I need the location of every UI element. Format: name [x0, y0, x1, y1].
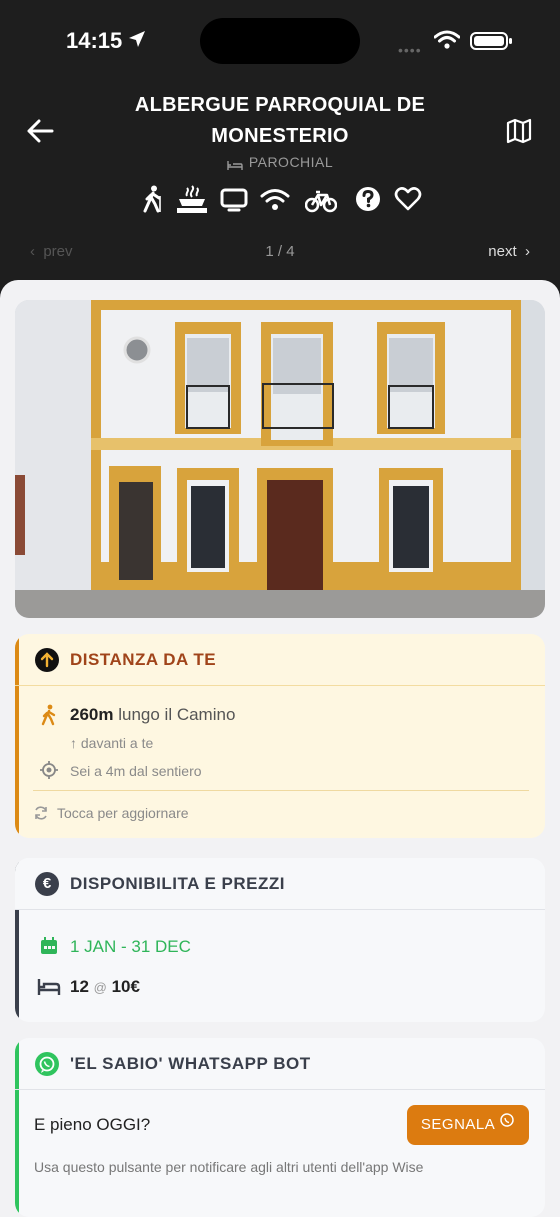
beds-count: 12 [70, 977, 89, 996]
direction-row: ↑ davanti a te [70, 735, 153, 751]
full-today-question: E pieno OGGI? [34, 1115, 151, 1134]
whatsapp-icon [35, 1052, 59, 1076]
price: 10€ [111, 977, 140, 996]
availability-card: € DISPONIBILITA E PREZZI 1 JAN - 31 DEC … [15, 858, 545, 1022]
status-bar: 14:15 •••• [0, 0, 560, 80]
distance-row: 260m lungo il Camino [70, 705, 235, 725]
dynamic-island [200, 18, 360, 64]
hiker-icon [138, 184, 168, 214]
bed-icon [37, 978, 61, 1001]
walker-icon [39, 704, 59, 731]
map-icon[interactable] [506, 118, 532, 149]
offtrail-text: Sei a 4m dal sentiero [70, 763, 202, 779]
whatsapp-bot-card: 'EL SABIO' WHATSAPP BOT E pieno OGGI? SE… [15, 1038, 545, 1217]
header: 14:15 •••• ALBERGUE PARROQUIAL DE MONEST… [0, 0, 560, 290]
content-sheet: DISTANZA DA TE 260m lungo il Camino ↑ da… [0, 280, 560, 1217]
next-label: next [488, 243, 517, 260]
battery-icon [470, 32, 512, 50]
help-icon [354, 184, 384, 214]
calendar-icon [39, 936, 59, 961]
availability-card-header: € DISPONIBILITA E PREZZI [15, 858, 545, 910]
next-button[interactable]: next › [488, 243, 530, 260]
euro-icon: € [35, 872, 59, 896]
bot-card-header: 'EL SABIO' WHATSAPP BOT [15, 1038, 545, 1090]
wifi-status-icon [433, 30, 461, 55]
chevron-right-icon: › [525, 243, 530, 260]
direction-text: davanti a te [80, 735, 154, 751]
lodging-type: PAROCHIAL [180, 154, 380, 171]
bicycle-icon [304, 184, 338, 214]
favorite-heart-icon[interactable] [394, 184, 424, 214]
distance-card-header: DISTANZA DA TE [15, 634, 545, 686]
bed-icon [227, 158, 243, 171]
refresh-label[interactable]: Tocca per aggiornare [57, 805, 189, 821]
beds-price-row: 12 @ 10€ [70, 977, 140, 997]
prev-label: prev [43, 243, 73, 260]
distance-along: lungo il Camino [118, 705, 236, 724]
distance-card-title: DISTANZA DA TE [70, 650, 217, 669]
distance-card[interactable]: DISTANZA DA TE 260m lungo il Camino ↑ da… [15, 634, 545, 838]
kitchen-icon [176, 184, 207, 214]
signal-icon: •••• [398, 42, 422, 58]
arrow-up-icon: ↑ [70, 735, 77, 751]
location-arrow-icon [128, 30, 146, 53]
tv-icon [220, 184, 250, 214]
status-time: 14:15 [66, 28, 123, 53]
distance-value: 260m [70, 705, 114, 724]
at-symbol: @ [93, 980, 107, 995]
target-icon [39, 760, 59, 785]
season-dates: 1 JAN - 31 DEC [70, 937, 191, 956]
bot-card-title: 'EL SABIO' WHATSAPP BOT [70, 1054, 311, 1073]
albergue-photo[interactable] [15, 300, 545, 618]
report-button[interactable]: SEGNALA [407, 1105, 529, 1145]
back-arrow-icon[interactable] [26, 118, 54, 149]
whatsapp-icon [499, 1104, 515, 1144]
prev-button[interactable]: ‹ prev [30, 243, 73, 260]
report-button-label: SEGNALA [420, 1116, 495, 1133]
chevron-left-icon: ‹ [30, 243, 35, 260]
lodging-type-label: PAROCHIAL [248, 154, 334, 170]
refresh-icon[interactable] [33, 805, 49, 826]
arrow-up-circle-icon [35, 648, 59, 672]
bot-note: Usa questo pulsante per notificare agli … [34, 1159, 424, 1175]
page-indicator: 1 / 4 [265, 243, 295, 260]
availability-card-title: DISPONIBILITA E PREZZI [70, 874, 286, 893]
page-title: ALBERGUE PARROQUIAL DE MONESTERIO [134, 94, 426, 147]
wifi-icon [260, 184, 290, 214]
